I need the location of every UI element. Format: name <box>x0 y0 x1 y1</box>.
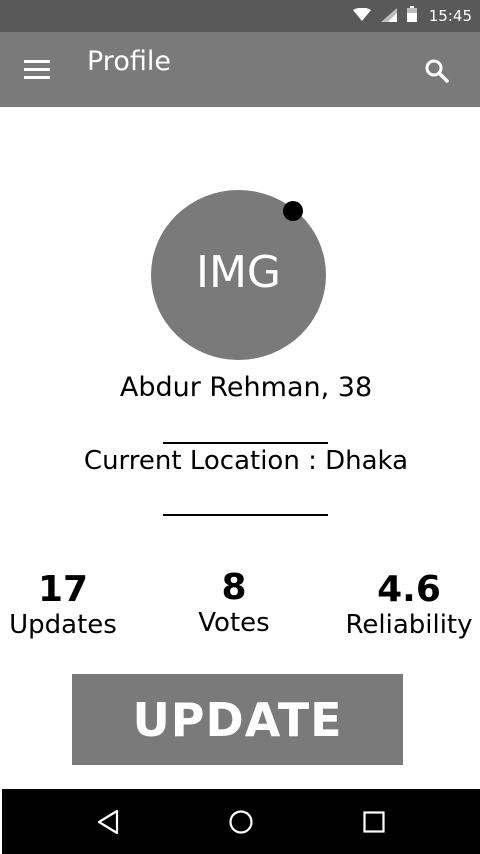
profile-screen: 15:45 Profile IMG Abdur Rehman, 38 Curre… <box>0 0 480 854</box>
current-location: Current Location : Dhaka <box>83 446 409 476</box>
user-name-age: Abdur Rehman, 38 <box>119 372 373 403</box>
update-button-label: UPDATE <box>132 692 343 747</box>
stat-reliability: 4.6 Reliability <box>340 568 478 642</box>
menu-line <box>24 68 50 71</box>
stat-label: Reliability <box>345 610 473 640</box>
stat-label: Updates <box>9 610 117 640</box>
status-dot <box>283 201 303 221</box>
recents-icon[interactable] <box>344 789 404 854</box>
search-icon[interactable] <box>424 58 450 84</box>
stat-updates: 17 Updates <box>4 568 122 642</box>
status-bar: 15:45 <box>0 0 480 32</box>
home-icon[interactable] <box>211 789 271 854</box>
divider <box>163 514 328 516</box>
stat-value: 17 <box>37 569 89 610</box>
menu-line <box>24 60 50 63</box>
status-time: 15:45 <box>428 7 472 25</box>
page-title: Profile <box>87 46 171 77</box>
stat-value: 8 <box>221 567 247 608</box>
menu-line <box>24 76 50 79</box>
stat-votes: 8 Votes <box>184 566 284 640</box>
hamburger-menu-icon[interactable] <box>24 60 50 80</box>
divider <box>163 442 328 444</box>
wifi-icon <box>352 7 371 26</box>
status-icons: 15:45 <box>352 0 472 32</box>
avatar-label: IMG <box>195 246 282 298</box>
app-bar: Profile <box>0 32 480 107</box>
navigation-bar <box>2 789 480 854</box>
back-icon[interactable] <box>78 789 138 854</box>
stat-value: 4.6 <box>377 569 441 610</box>
signal-icon <box>380 7 397 26</box>
battery-icon <box>406 6 417 26</box>
stat-label: Votes <box>198 608 270 638</box>
update-button[interactable]: UPDATE <box>72 674 403 765</box>
